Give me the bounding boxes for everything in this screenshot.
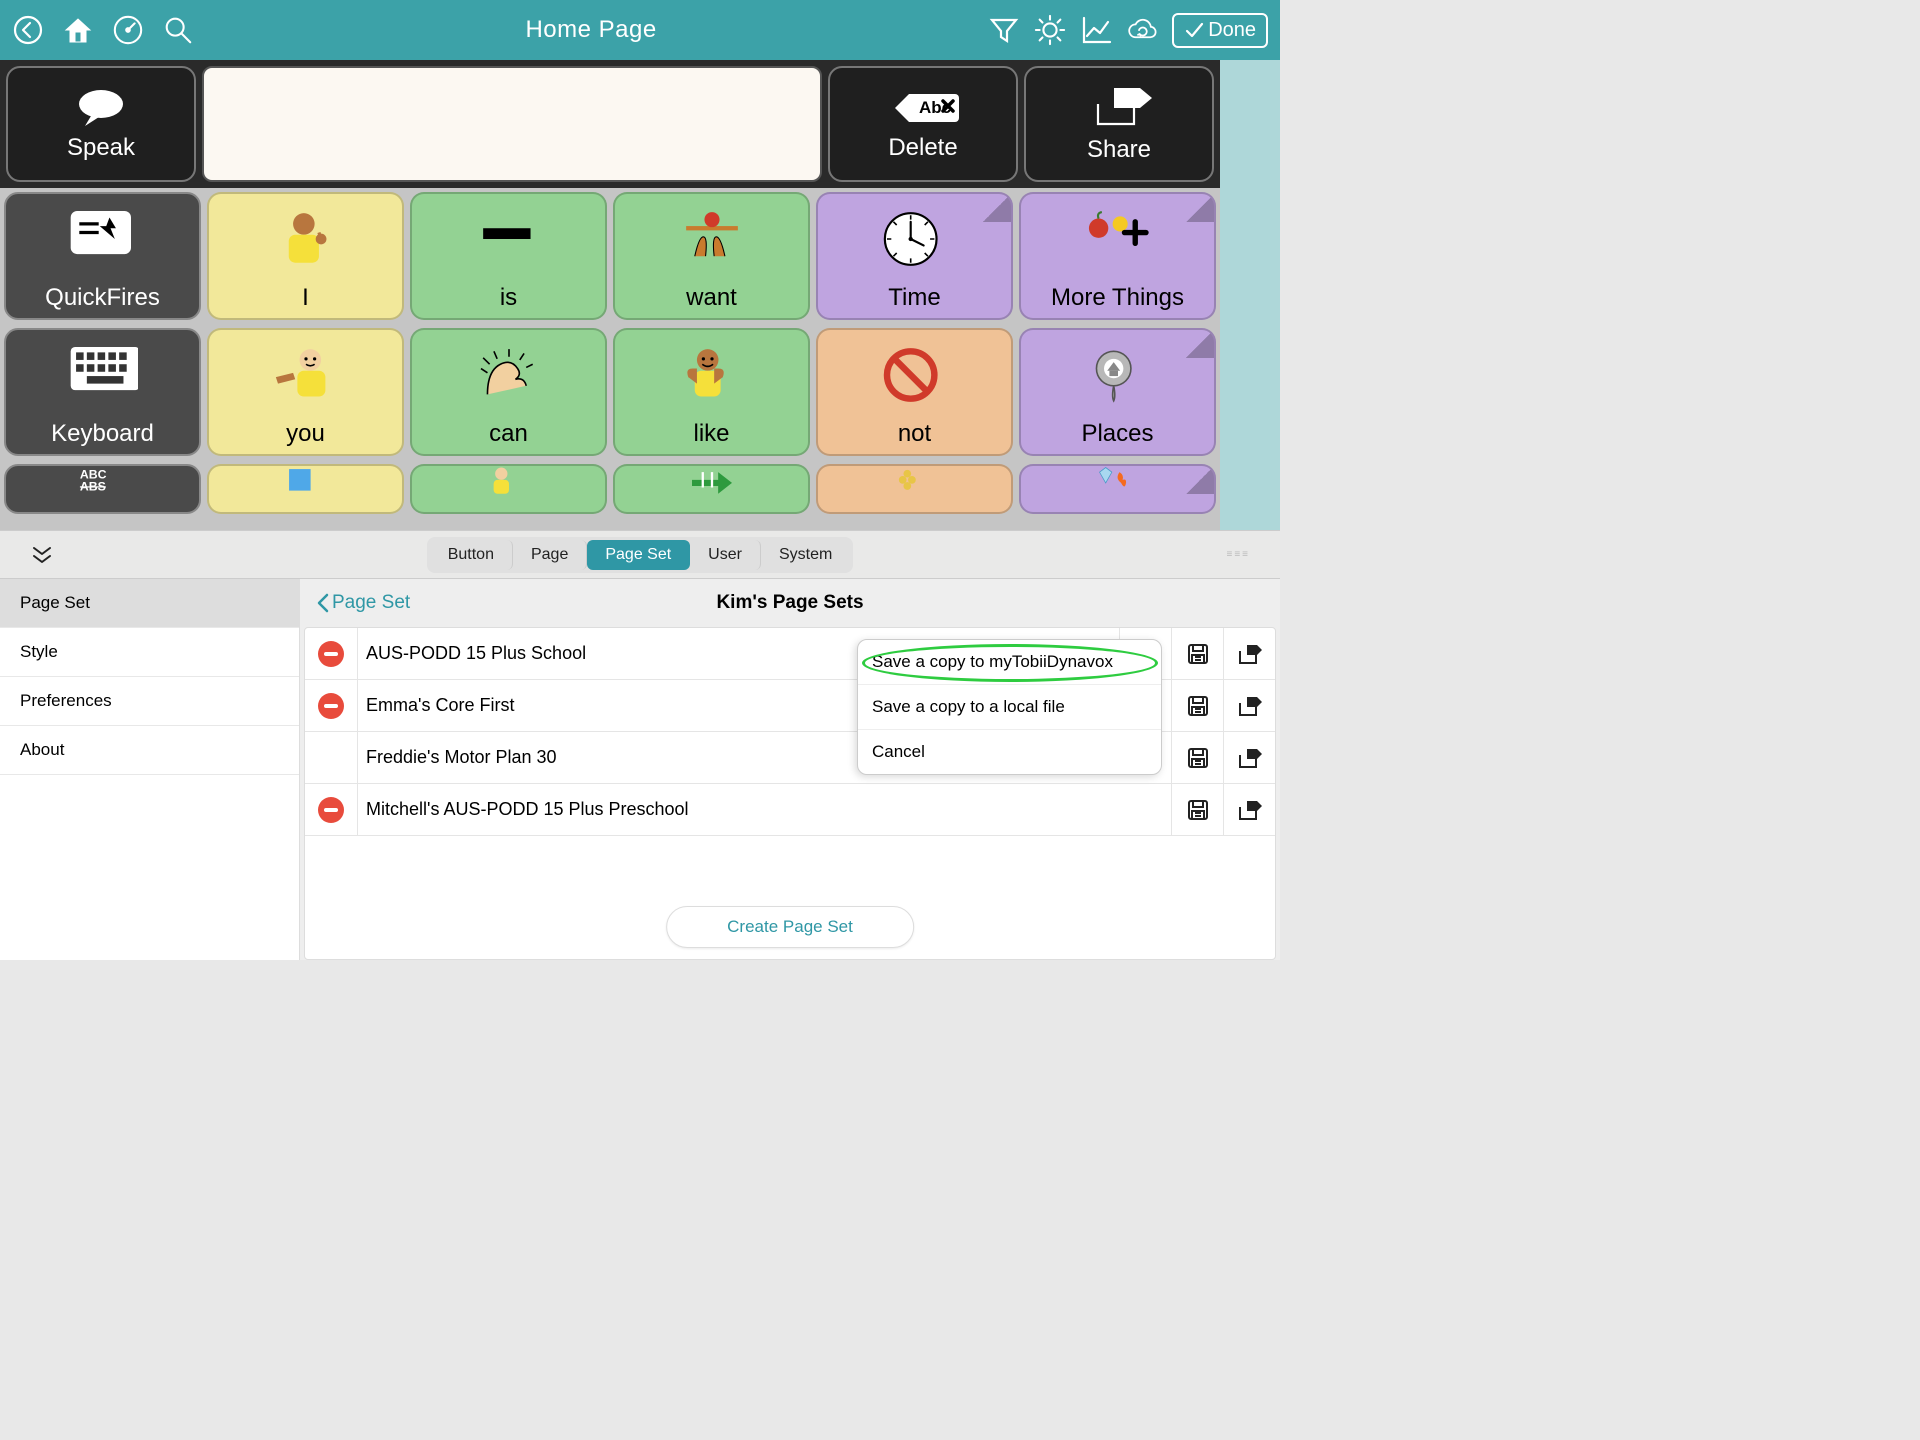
lightbulb-icon[interactable] [1034,14,1066,46]
delete-row-button[interactable] [305,693,357,719]
aac-tile-quickfires[interactable]: QuickFires [4,192,201,320]
tab-page[interactable]: Page [513,540,587,570]
tile-label: I [302,284,309,312]
tab-user[interactable]: User [690,540,761,570]
sidebar-item-about[interactable]: About [0,726,299,775]
aac-scrollbar[interactable] [1220,60,1280,530]
editor-sidebar: Page SetStylePreferencesAbout [0,579,300,960]
sidebar-item-preferences[interactable]: Preferences [0,677,299,726]
back-icon[interactable] [12,14,44,46]
export-icon[interactable] [1223,680,1275,732]
speak-label: Speak [67,134,135,162]
aac-grid-rows: QuickFires Iis want Time More Things Keyboar… [0,188,1220,524]
table-row: Mitchell's AUS-PODD 15 Plus Preschool [305,784,1275,836]
aac-tile-like[interactable]: like [613,328,810,456]
home-icon[interactable] [62,14,94,46]
popover-save-cloud[interactable]: Save a copy to myTobiiDynavox [858,640,1161,685]
aac-tile-time[interactable]: Time [816,192,1013,320]
save-icon[interactable] [1171,680,1223,732]
export-icon[interactable] [1223,732,1275,784]
tile-label: More Things [1051,284,1184,312]
app-toolbar: Home Page Done [0,0,1280,60]
tile-label: QuickFires [45,284,160,312]
aac-tile-grapes[interactable] [816,464,1013,514]
aac-tile-more-things[interactable]: More Things [1019,192,1216,320]
tile-label: want [686,284,737,312]
tab-page-set[interactable]: Page Set [587,540,690,570]
tile-label: like [693,420,729,448]
aac-tile-you[interactable]: you [207,328,404,456]
tile-label: Time [888,284,940,312]
drag-handle-icon[interactable]: ≡≡≡ [1226,549,1250,560]
export-icon[interactable] [1223,784,1275,836]
gauge-icon[interactable] [112,14,144,46]
save-icon[interactable] [1171,784,1223,836]
aac-tile-not[interactable]: not [816,328,1013,456]
editor-panel: ButtonPagePage SetUserSystem ≡≡≡ Page Se… [0,530,1280,960]
save-icon[interactable] [1171,732,1223,784]
aac-grid: Speak Abc Delete Share QuickFires Iis want… [0,60,1280,530]
filter-icon[interactable] [988,14,1020,46]
sidebar-item-style[interactable]: Style [0,628,299,677]
chart-icon[interactable] [1080,14,1112,46]
delete-row-button[interactable] [305,641,357,667]
share-popover: Save a copy to myTobiiDynavox Save a cop… [857,639,1162,775]
tile-label: not [898,420,931,448]
sidebar-item-page-set[interactable]: Page Set [0,579,299,628]
tile-label: Places [1081,420,1153,448]
delete-row-button[interactable] [305,797,357,823]
collapse-icon[interactable] [30,545,54,565]
delete-label: Delete [888,134,957,162]
detail-title: Kim's Page Sets [716,592,863,614]
aac-tile-want[interactable]: want [613,192,810,320]
tab-button[interactable]: Button [430,540,513,570]
speak-button[interactable]: Speak [6,66,196,182]
tile-label: Keyboard [51,420,154,448]
aac-tile-can[interactable]: can [410,328,607,456]
message-input[interactable] [202,66,822,182]
share-label: Share [1087,136,1151,164]
editor-detail: Page Set Kim's Page Sets AUS-PODD 15 Plu… [300,579,1280,960]
back-link-label: Page Set [332,592,410,614]
tile-label: you [286,420,325,448]
tile-label: is [500,284,517,312]
save-icon[interactable] [1171,628,1223,680]
share-button[interactable]: Share [1024,66,1214,182]
done-label: Done [1208,19,1256,42]
popover-cancel[interactable]: Cancel [858,730,1161,774]
aac-tile-arrow[interactable] [613,464,810,514]
delete-button[interactable]: Abc Delete [828,66,1018,182]
search-icon[interactable] [162,14,194,46]
page-set-name: Mitchell's AUS-PODD 15 Plus Preschool [358,799,1171,820]
page-title: Home Page [212,16,970,44]
aac-tile-is[interactable]: is [410,192,607,320]
create-page-set-button[interactable]: Create Page Set [666,906,914,948]
editor-tab-group: ButtonPagePage SetUserSystem [427,537,854,573]
popover-save-local[interactable]: Save a copy to a local file [858,685,1161,730]
cloud-sync-icon[interactable] [1126,14,1158,46]
aac-tile-i[interactable]: I [207,192,404,320]
aac-tile-square[interactable] [207,464,404,514]
back-link[interactable]: Page Set [316,592,410,614]
export-icon[interactable] [1223,628,1275,680]
done-button[interactable]: Done [1172,13,1268,48]
tab-system[interactable]: System [761,540,850,570]
aac-tile-keyboard[interactable]: Keyboard [4,328,201,456]
aac-tile-places[interactable]: Places [1019,328,1216,456]
aac-tile-child[interactable] [410,464,607,514]
aac-tile-gemfire[interactable] [1019,464,1216,514]
tile-label: can [489,420,528,448]
aac-tile-abc[interactable] [4,464,201,514]
